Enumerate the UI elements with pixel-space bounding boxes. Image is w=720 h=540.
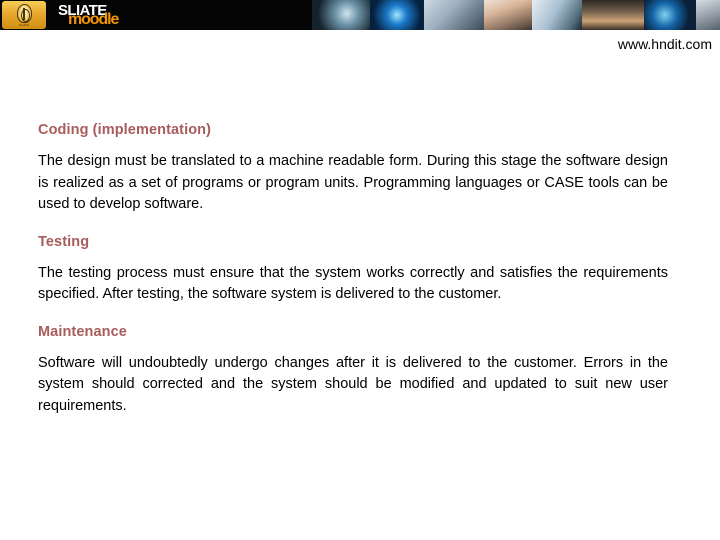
classroom-students-photo (582, 0, 644, 30)
blue-globe-eye-photo (370, 0, 424, 30)
section-heading-coding: Coding (implementation) (38, 122, 212, 138)
sliate-crest-emblem-icon: SLIATE (2, 1, 46, 29)
hands-keyboard-photo (532, 0, 582, 30)
sliate-moodle-logo: SLIATE moodle (58, 0, 178, 30)
header-banner: SLIATE SLIATE moodle (0, 0, 720, 30)
section-heading-maintenance: Maintenance (38, 323, 127, 340)
section-body-maintenance: Software will undoubtedly undergo change… (38, 354, 668, 414)
section-body-testing: The testing process must ensure that the… (38, 264, 668, 303)
section-body-coding: The design must be translated to a machi… (38, 153, 668, 212)
robot-android-photo (696, 0, 720, 30)
site-url: www.hndit.com (617, 36, 712, 52)
badge-caption: SLIATE (19, 23, 29, 27)
crest-shield-icon (16, 3, 32, 23)
couple-embrace-photo (484, 0, 532, 30)
astronaut-photo (312, 0, 370, 30)
section-heading-testing: Testing (38, 233, 90, 250)
logo-text-moodle: moodle (68, 11, 119, 28)
header-photo-strip (312, 0, 720, 30)
slide-content: Coding (implementation) The design must … (38, 122, 668, 417)
chat-bubbles-hand-photo (424, 0, 484, 30)
slide: SLIATE SLIATE moodle www.hndit.com Codin… (0, 0, 720, 540)
globe-flare-photo (644, 0, 696, 30)
